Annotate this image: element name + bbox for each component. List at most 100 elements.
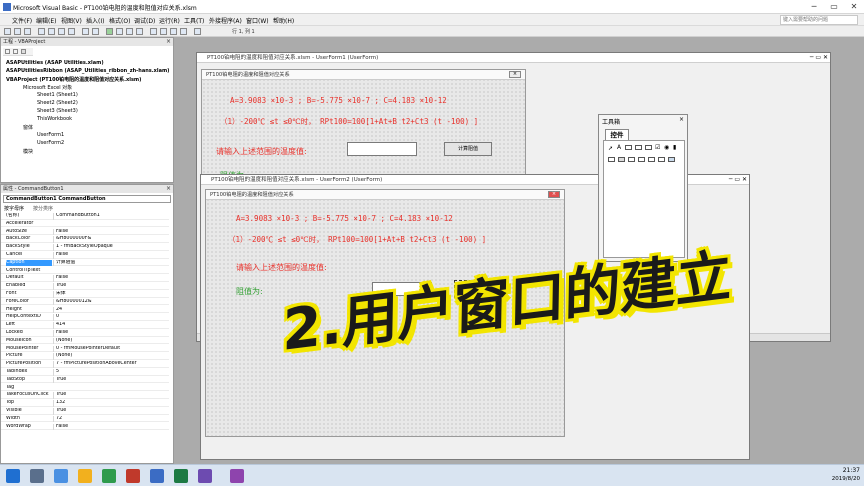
redo-icon[interactable] — [92, 28, 99, 35]
property-value[interactable]: True — [53, 392, 168, 399]
menu-tools[interactable]: 工具(T) — [184, 16, 204, 25]
property-value[interactable]: True — [53, 376, 168, 384]
menu-run[interactable]: 运行(R) — [159, 16, 180, 25]
temperature-input[interactable] — [347, 142, 417, 156]
property-value[interactable]: 72 — [53, 415, 168, 423]
menu-format[interactable]: 格式(O) — [109, 16, 130, 25]
tree-item-userform2[interactable]: UserForm2 — [37, 140, 64, 146]
property-value[interactable]: &H80000012& — [53, 298, 168, 306]
tree-item-asap[interactable]: ASAPUtilities (ASAP Utilities.xlam) — [6, 60, 104, 66]
close-icon[interactable]: ✕ — [823, 54, 828, 61]
property-value[interactable]: False — [53, 423, 168, 431]
property-row[interactable]: Tag — [1, 385, 169, 392]
copy-icon[interactable] — [48, 28, 55, 35]
menu-help[interactable]: 帮助(H) — [273, 16, 294, 25]
menu-view[interactable]: 视图(V) — [61, 16, 82, 25]
properties-icon[interactable] — [160, 28, 167, 35]
close-icon[interactable]: ✕ — [844, 0, 864, 14]
property-value[interactable]: False — [53, 330, 168, 337]
property-row[interactable]: ForeColor &H80000012& — [1, 298, 169, 306]
break-icon[interactable] — [116, 28, 123, 35]
property-row[interactable]: Default False — [1, 275, 169, 282]
property-value[interactable]: 24 — [53, 306, 168, 314]
property-row[interactable]: Locked False — [1, 330, 169, 337]
property-row[interactable]: Picture (None) — [1, 353, 169, 360]
togglebutton-tool-icon[interactable]: ▮ — [673, 144, 676, 151]
browser-icon[interactable] — [102, 469, 116, 483]
properties-grid[interactable]: (名称) CommandButton1 Accelerator AutoSize Fal… — [1, 213, 171, 463]
property-row[interactable]: AutoSize False — [1, 228, 169, 236]
excel-icon[interactable] — [4, 28, 11, 35]
property-value[interactable]: (None) — [53, 353, 168, 360]
spinbutton-tool-icon[interactable] — [658, 157, 665, 162]
property-value[interactable]: 5 — [53, 369, 168, 376]
calculate-button[interactable]: 计算阻值 — [444, 142, 492, 156]
help-search-input[interactable]: 键入需要帮助的问题 — [780, 15, 858, 25]
property-row[interactable]: Font 宋体 — [1, 291, 169, 298]
property-row[interactable]: Width 72 — [1, 415, 169, 423]
property-row[interactable]: Left 414 — [1, 322, 169, 329]
property-row[interactable]: HelpContextID 0 — [1, 314, 169, 321]
property-value[interactable]: 0 - fmMousePointerDefault — [53, 345, 168, 353]
undo-icon[interactable] — [82, 28, 89, 35]
taskview-icon[interactable] — [54, 469, 68, 483]
tree-folder-forms[interactable]: 窗体 — [23, 124, 33, 131]
toggle-folders-icon[interactable] — [21, 49, 26, 54]
property-row[interactable]: Height 24 — [1, 306, 169, 314]
multipage-tool-icon[interactable] — [638, 157, 645, 162]
run-icon[interactable] — [106, 28, 113, 35]
minimize-icon[interactable]: ─ — [729, 176, 733, 183]
restore-icon[interactable]: ▭ — [734, 176, 740, 183]
frame-tool-icon[interactable] — [608, 157, 615, 162]
property-row[interactable]: Visible True — [1, 408, 169, 415]
property-value[interactable]: 计算阻值 — [53, 259, 168, 267]
property-row[interactable]: Accelerator — [1, 221, 169, 228]
reset-icon[interactable] — [126, 28, 133, 35]
property-row[interactable]: (名称) CommandButton1 — [1, 213, 169, 220]
save-icon[interactable] — [24, 28, 31, 35]
close-icon[interactable]: ✕ — [742, 176, 747, 183]
tab-controls[interactable]: 控件 — [605, 129, 629, 140]
tree-item-asap-ribbon[interactable]: ASAPUtilitiesRibbon (ASAP_Utilities_ribb… — [6, 68, 169, 74]
property-value[interactable]: 0 — [53, 314, 168, 321]
listbox-tool-icon[interactable] — [645, 145, 652, 150]
menu-debug[interactable]: 调试(D) — [134, 16, 155, 25]
property-row[interactable]: BackStyle 1 - fmBackStyleOpaque — [1, 244, 169, 251]
property-value[interactable]: True — [53, 408, 168, 415]
help-icon[interactable] — [194, 28, 201, 35]
property-value[interactable]: False — [53, 252, 168, 259]
property-row[interactable]: Top 132 — [1, 400, 169, 407]
property-row[interactable]: MousePointer 0 - fmMousePointerDefault — [1, 345, 169, 353]
commandbutton-tool-icon[interactable] — [618, 157, 625, 162]
property-value[interactable]: CommandButton1 — [53, 213, 168, 220]
menu-edit[interactable]: 编辑(E) — [36, 16, 56, 25]
property-value[interactable]: 1 - fmBackStyleOpaque — [53, 244, 168, 251]
property-row[interactable]: Caption 计算阻值 — [1, 259, 169, 267]
cut-icon[interactable] — [38, 28, 45, 35]
object-selector[interactable]: CommandButton1 CommandButton — [3, 195, 171, 203]
textbox-tool-icon[interactable] — [625, 145, 632, 150]
optionbutton-tool-icon[interactable]: ◉ — [664, 144, 669, 151]
vba-taskbar-icon[interactable] — [198, 469, 212, 483]
tree-item-thisworkbook[interactable]: ThisWorkbook — [37, 116, 72, 122]
property-row[interactable]: ControlTipText — [1, 268, 169, 275]
tabstrip-tool-icon[interactable] — [628, 157, 635, 162]
tab-alphabetic[interactable]: 按字母序 — [4, 205, 24, 212]
search-icon[interactable] — [30, 469, 44, 483]
maximize-icon[interactable]: ▭ — [824, 0, 844, 14]
menu-file[interactable]: 文件(F) — [12, 16, 32, 25]
object-browser-icon[interactable] — [170, 28, 177, 35]
tree-folder-excel-objects[interactable]: Microsoft Excel 对象 — [23, 84, 72, 91]
insert-userform-icon[interactable] — [14, 28, 21, 35]
find-icon[interactable] — [68, 28, 75, 35]
design-mode-icon[interactable] — [136, 28, 143, 35]
property-value[interactable]: False — [53, 275, 168, 282]
property-value[interactable]: &H8000000F& — [53, 236, 168, 243]
label-tool-icon[interactable]: A — [617, 144, 621, 151]
image-tool-icon[interactable] — [668, 157, 675, 162]
property-value[interactable]: True — [53, 283, 168, 290]
start-icon[interactable] — [6, 469, 20, 483]
recorder-icon[interactable] — [230, 469, 244, 483]
property-value[interactable]: 132 — [53, 400, 168, 407]
explorer-icon[interactable] — [78, 469, 92, 483]
